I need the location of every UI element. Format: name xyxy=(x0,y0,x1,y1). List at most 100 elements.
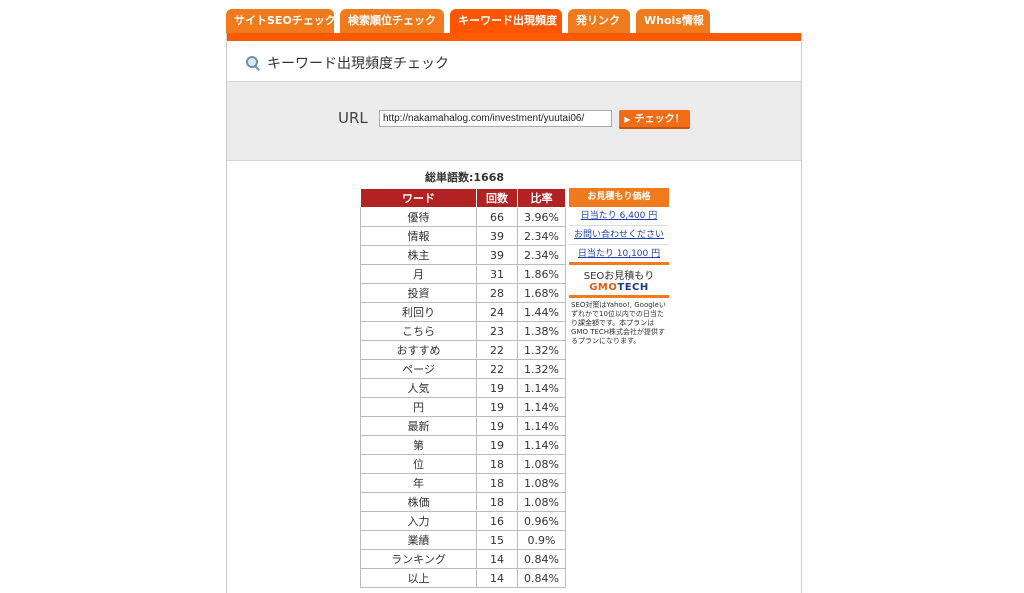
cell-ratio: 1.32% xyxy=(517,359,566,379)
table-row: 利回り 24 1.44% xyxy=(360,302,566,322)
cell-word: 年 xyxy=(360,473,477,493)
cell-count: 19 xyxy=(476,416,518,436)
main-panel: キーワード出現頻度チェック URL ▶チェック！ 総単語数:1668 ワード 回… xyxy=(226,33,802,593)
cell-word: 人気 xyxy=(360,378,477,398)
cell-word: 位 xyxy=(360,454,477,474)
table-row: 最新 19 1.14% xyxy=(360,416,566,436)
cell-ratio: 1.14% xyxy=(517,435,566,455)
price-link-2[interactable]: 日当たり 10,100 円 xyxy=(569,245,669,265)
tab-keyword-frequency[interactable]: キーワード出現頻度 xyxy=(450,9,562,33)
header-word: ワード xyxy=(360,188,477,208)
cell-ratio: 1.08% xyxy=(517,492,566,512)
price-link-1[interactable]: 日当たり 6,400 円 xyxy=(569,207,669,226)
cell-ratio: 1.14% xyxy=(517,378,566,398)
check-button-label: チェック！ xyxy=(634,114,685,125)
seo-quote-text: SEOお見積もり xyxy=(583,271,655,282)
url-label: URL xyxy=(338,109,368,127)
price-header: お見積もり価格 xyxy=(569,188,669,207)
cell-ratio: 1.08% xyxy=(517,473,566,493)
cell-word: 月 xyxy=(360,264,477,284)
table-row: ランキング 14 0.84% xyxy=(360,549,566,569)
cell-word: 入力 xyxy=(360,511,477,531)
page-title-text: キーワード出現頻度チェック xyxy=(267,56,449,72)
cell-count: 14 xyxy=(476,549,518,569)
table-row: 情報 39 2.34% xyxy=(360,226,566,246)
cell-word: ページ xyxy=(360,359,477,379)
table-row: 株主 39 2.34% xyxy=(360,245,566,265)
cell-count: 19 xyxy=(476,378,518,398)
keyword-frequency-table: ワード 回数 比率 優待 66 3.96% 情報 39 2.34% 株主 39 2.34% 月 31… xyxy=(360,188,566,588)
cell-word: 最新 xyxy=(360,416,477,436)
cell-ratio: 0.96% xyxy=(517,511,566,531)
cell-word: 業績 xyxy=(360,530,477,550)
table-row: 投資 28 1.68% xyxy=(360,283,566,303)
table-row: 月 31 1.86% xyxy=(360,264,566,284)
page-title: キーワード出現頻度チェック xyxy=(245,53,449,73)
cell-ratio: 1.14% xyxy=(517,416,566,436)
cell-word: 株主 xyxy=(360,245,477,265)
table-row: 株価 18 1.08% xyxy=(360,492,566,512)
cell-ratio: 2.34% xyxy=(517,245,566,265)
cell-ratio: 1.32% xyxy=(517,340,566,360)
url-input[interactable] xyxy=(379,110,612,127)
price-note: SEO対策はYahoo!, Googleいずれかで10位以内での日当たり課金額で… xyxy=(571,301,666,345)
table-row: 入力 16 0.96% xyxy=(360,511,566,531)
cell-count: 18 xyxy=(476,473,518,493)
tab-site-seo-check[interactable]: サイトSEOチェック xyxy=(226,9,336,33)
table-row: こちら 23 1.38% xyxy=(360,321,566,341)
cell-count: 39 xyxy=(476,245,518,265)
cell-count: 39 xyxy=(476,226,518,246)
search-icon xyxy=(245,55,261,71)
cell-ratio: 1.08% xyxy=(517,454,566,474)
cell-ratio: 0.84% xyxy=(517,549,566,569)
cell-word: おすすめ xyxy=(360,340,477,360)
tab-bar: サイトSEOチェック 検索順位チェック キーワード出現頻度 発リンク Whois… xyxy=(226,9,710,33)
cell-word: 円 xyxy=(360,397,477,417)
cell-count: 15 xyxy=(476,530,518,550)
panel-top-bar xyxy=(227,33,801,41)
cell-ratio: 0.84% xyxy=(517,568,566,588)
cell-count: 16 xyxy=(476,511,518,531)
price-link-contact[interactable]: お問い合わせください xyxy=(569,226,669,245)
cell-word: 第 xyxy=(360,435,477,455)
cell-word: 以上 xyxy=(360,568,477,588)
total-word-count: 総単語数:1668 xyxy=(425,171,505,184)
table-row: 年 18 1.08% xyxy=(360,473,566,493)
cell-ratio: 1.68% xyxy=(517,283,566,303)
tab-whois[interactable]: Whois情報 xyxy=(636,9,710,33)
check-button[interactable]: ▶ チェック！ xyxy=(619,110,690,129)
table-row: 業績 15 0.9% xyxy=(360,530,566,550)
url-form: URL ▶チェック！ xyxy=(227,81,801,161)
cell-ratio: 1.14% xyxy=(517,397,566,417)
gmo-tech-logo: GMOTECH xyxy=(589,282,649,293)
cell-word: 優待 xyxy=(360,207,477,227)
cell-count: 14 xyxy=(476,568,518,588)
cell-word: ランキング xyxy=(360,549,477,569)
table-row: 以上 14 0.84% xyxy=(360,568,566,588)
cell-count: 66 xyxy=(476,207,518,227)
table-row: 優待 66 3.96% xyxy=(360,207,566,227)
cell-ratio: 0.9% xyxy=(517,530,566,550)
seo-quote-banner[interactable]: SEOお見積もり GMOTECH xyxy=(569,265,669,298)
cell-word: 株価 xyxy=(360,492,477,512)
cell-ratio: 1.38% xyxy=(517,321,566,341)
tab-rank-check[interactable]: 検索順位チェック xyxy=(340,9,444,33)
cell-ratio: 2.34% xyxy=(517,226,566,246)
table-row: 第 19 1.14% xyxy=(360,435,566,455)
cell-word: こちら xyxy=(360,321,477,341)
header-ratio: 比率 xyxy=(517,188,566,208)
table-row: ページ 22 1.32% xyxy=(360,359,566,379)
cell-count: 19 xyxy=(476,435,518,455)
cell-word: 投資 xyxy=(360,283,477,303)
cell-count: 19 xyxy=(476,397,518,417)
cell-count: 24 xyxy=(476,302,518,322)
cell-count: 23 xyxy=(476,321,518,341)
cell-count: 22 xyxy=(476,359,518,379)
table-header-row: ワード 回数 比率 xyxy=(360,188,566,208)
price-estimate-box: お見積もり価格 日当たり 6,400 円 お問い合わせください 日当たり 10,… xyxy=(569,188,669,346)
tab-outbound-links[interactable]: 発リンク xyxy=(568,9,630,33)
table-row: 位 18 1.08% xyxy=(360,454,566,474)
cell-count: 18 xyxy=(476,454,518,474)
cell-count: 18 xyxy=(476,492,518,512)
cell-count: 28 xyxy=(476,283,518,303)
